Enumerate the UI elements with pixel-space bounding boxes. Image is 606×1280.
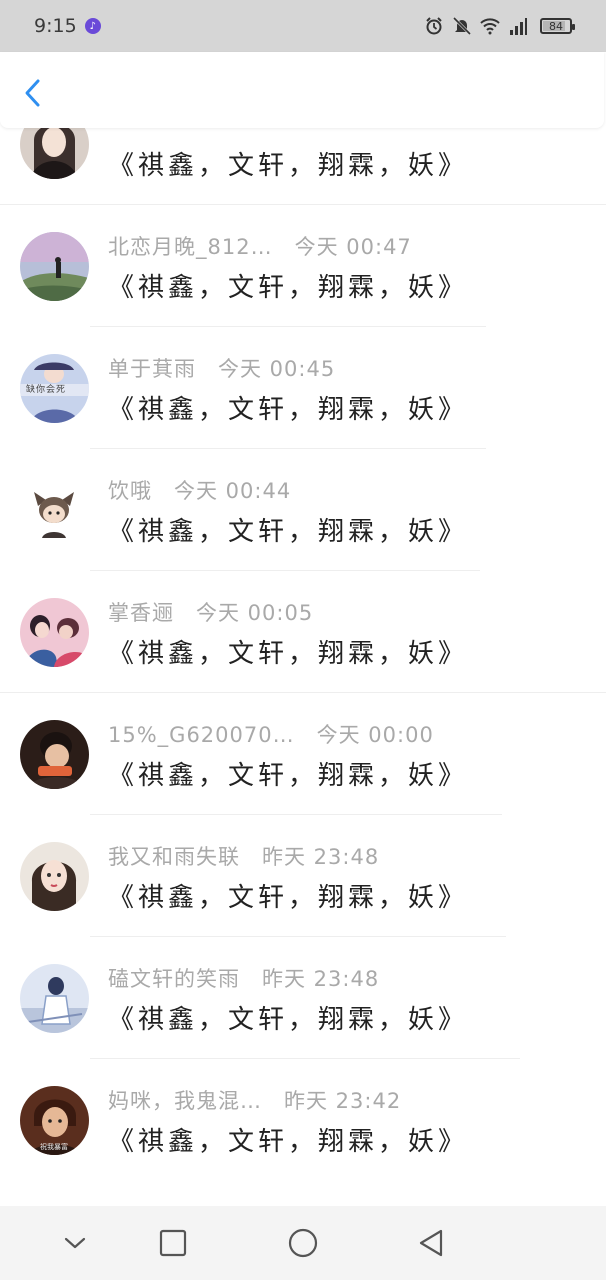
- avatar[interactable]: [20, 598, 89, 667]
- mute-icon: [452, 16, 472, 36]
- comment-meta: 掌香逦 今天 00:05: [108, 597, 313, 627]
- comment-meta: 我又和雨失联 昨天 23:48: [108, 841, 379, 871]
- avatar[interactable]: 祝我暴富: [20, 1086, 89, 1155]
- comment-row[interactable]: 北恋月晚_812… 今天 00:47 《祺鑫，文轩，翔霖，妖》: [0, 205, 606, 327]
- comment-row[interactable]: 掌香逦 今天 00:05 《祺鑫，文轩，翔霖，妖》: [0, 571, 606, 693]
- avatar[interactable]: [20, 232, 89, 301]
- timestamp: 今天 00:44: [174, 479, 292, 503]
- timestamp: 今天 00:45: [218, 357, 336, 381]
- comment-row[interactable]: 15%_G620070… 今天 00:00 《祺鑫，文轩，翔霖，妖》: [0, 693, 606, 815]
- comment-meta: 妈咪，我鬼混… 昨天 23:42: [108, 1085, 401, 1115]
- comment-meta: 北恋月晚_812… 今天 00:47: [108, 231, 412, 261]
- recent-apps-icon[interactable]: [158, 1228, 188, 1258]
- timestamp: 昨天 23:48: [262, 967, 380, 991]
- comment-meta: 磕文轩的笑雨 昨天 23:48: [108, 963, 379, 993]
- avatar[interactable]: [20, 720, 89, 789]
- comment-text: 《祺鑫，文轩，翔霖，妖》: [108, 761, 469, 791]
- avatar-caption: 祝我暴富: [40, 1143, 68, 1151]
- avatar[interactable]: [20, 842, 89, 911]
- timestamp: 今天 00:05: [196, 601, 314, 625]
- comment-meta: 15%_G620070… 今天 00:00: [108, 719, 434, 749]
- comment-row[interactable]: 饮哦 今天 00:44 《祺鑫，文轩，翔霖，妖》: [0, 449, 606, 571]
- username[interactable]: 妈咪，我鬼混…: [108, 1089, 262, 1113]
- back-chevron-icon[interactable]: [20, 76, 46, 110]
- timestamp: 昨天 23:42: [284, 1089, 402, 1113]
- avatar[interactable]: [20, 964, 89, 1033]
- timestamp: 昨天 23:48: [262, 845, 380, 869]
- username[interactable]: 15%_G620070…: [108, 723, 295, 747]
- username[interactable]: 我又和雨失联: [108, 845, 240, 869]
- comment-row[interactable]: 祝我暴富 妈咪，我鬼混… 昨天 23:42 《祺鑫，文轩，翔霖，妖》: [0, 1059, 606, 1181]
- avatar[interactable]: 缺你会死: [20, 354, 89, 423]
- comment-row[interactable]: 磕文轩的笑雨 昨天 23:48 《祺鑫，文轩，翔霖，妖》: [0, 937, 606, 1059]
- status-bar: 9:15 ♪ 84: [0, 0, 606, 52]
- comment-meta: 饮哦 今天 00:44: [108, 475, 291, 505]
- music-icon: ♪: [84, 18, 101, 34]
- comment-text: 《祺鑫，文轩，翔霖，妖》: [108, 273, 469, 303]
- comment-row[interactable]: 缺你会死 单于萁雨 今天 00:45 《祺鑫，文轩，翔霖，妖》: [0, 327, 606, 449]
- collapse-icon[interactable]: [60, 1228, 90, 1258]
- signal-icon: [510, 18, 527, 35]
- top-bar: [0, 52, 604, 128]
- battery-level: 84: [549, 19, 563, 33]
- battery-icon: 84: [540, 18, 575, 34]
- alarm-icon: [426, 17, 442, 35]
- timestamp: 今天 00:47: [294, 235, 412, 259]
- username[interactable]: 饮哦: [108, 479, 152, 503]
- username[interactable]: 单于萁雨: [108, 357, 196, 381]
- status-right: 84: [424, 16, 575, 36]
- comment-row[interactable]: 我又和雨失联 昨天 23:48 《祺鑫，文轩，翔霖，妖》: [0, 815, 606, 937]
- comment-meta: 单于萁雨 今天 00:45: [108, 353, 335, 383]
- comment-text: 《祺鑫，文轩，翔霖，妖》: [108, 1127, 469, 1157]
- comment-text: 《祺鑫，文轩，翔霖，妖》: [108, 517, 469, 547]
- home-icon[interactable]: [288, 1228, 318, 1258]
- comment-text: 《祺鑫，文轩，翔霖，妖》: [108, 1005, 469, 1035]
- comment-text: 《祺鑫，文轩，翔霖，妖》: [108, 883, 469, 913]
- status-left: 9:15 ♪: [34, 15, 101, 37]
- wifi-icon: [480, 18, 500, 35]
- username[interactable]: 掌香逦: [108, 601, 174, 625]
- comment-text: 《祺鑫，文轩，翔霖，妖》: [108, 151, 469, 181]
- system-nav-bar: [0, 1206, 606, 1280]
- avatar[interactable]: [20, 476, 89, 545]
- username[interactable]: 磕文轩的笑雨: [108, 967, 240, 991]
- timestamp: 今天 00:00: [316, 723, 434, 747]
- comment-list: 《祺鑫，文轩，翔霖，妖》 北恋月晚_812… 今天 00:47 《祺鑫，文轩，翔霖…: [0, 83, 606, 1181]
- status-time: 9:15: [34, 15, 77, 37]
- comment-text: 《祺鑫，文轩，翔霖，妖》: [108, 395, 469, 425]
- back-icon[interactable]: [416, 1228, 446, 1258]
- comment-text: 《祺鑫，文轩，翔霖，妖》: [108, 639, 469, 669]
- avatar-caption: 缺你会死: [26, 385, 67, 395]
- username[interactable]: 北恋月晚_812…: [108, 235, 273, 259]
